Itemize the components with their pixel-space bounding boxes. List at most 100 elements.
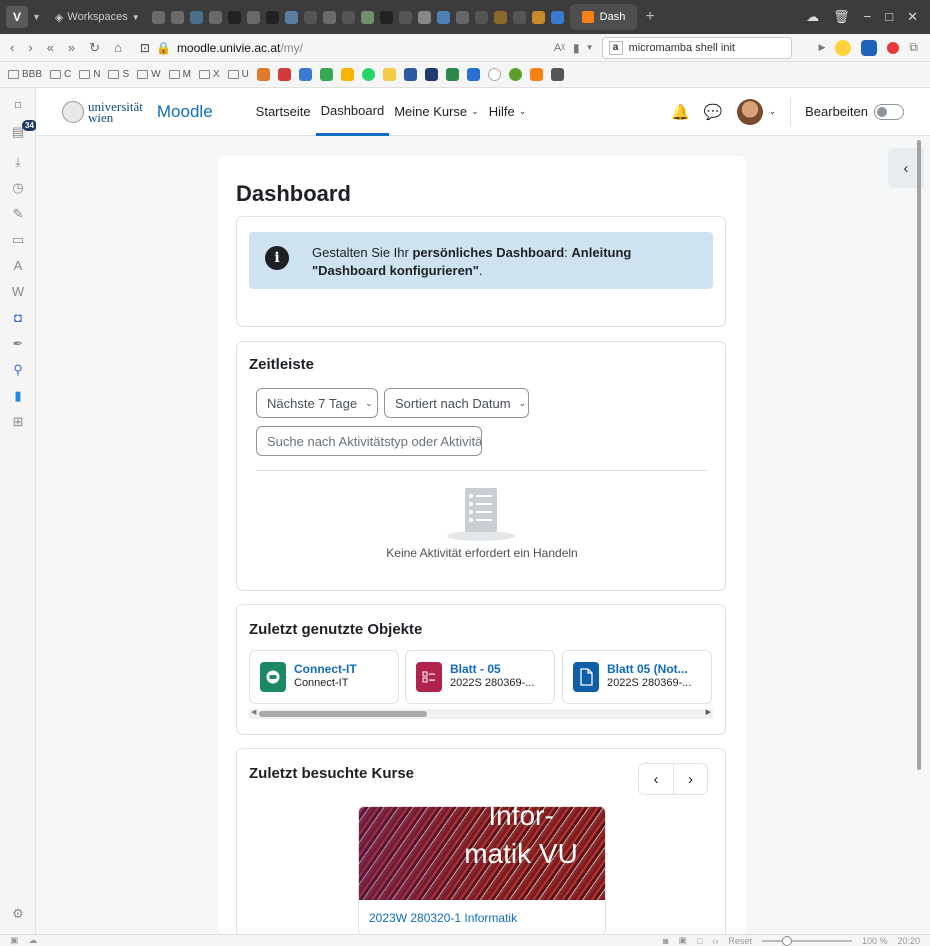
bookmark-folder[interactable]: S bbox=[108, 69, 129, 80]
nav-help[interactable]: Hilfe ⌄ bbox=[484, 88, 532, 136]
home-icon[interactable]: ⌂ bbox=[114, 40, 122, 56]
add-panel-icon[interactable]: ⊞ bbox=[10, 414, 26, 430]
course-name-link[interactable]: 2023W 280320-1 Informatik bbox=[369, 911, 517, 925]
chevron-down-icon[interactable]: ⌄ bbox=[769, 106, 777, 117]
camera-icon[interactable]: ◙ bbox=[663, 936, 668, 946]
minimize-icon[interactable]: − bbox=[864, 9, 872, 25]
bookmark-folder[interactable]: N bbox=[79, 69, 100, 80]
previous-page-button[interactable]: ‹ bbox=[639, 764, 673, 794]
bookmark-icon[interactable] bbox=[361, 68, 375, 81]
scroll-left-icon[interactable]: ◀ bbox=[251, 708, 256, 716]
code-icon[interactable]: ‹› bbox=[712, 936, 718, 946]
bookmark-folder[interactable]: X bbox=[198, 69, 220, 80]
translate-extension-icon[interactable] bbox=[861, 39, 878, 56]
settings-icon[interactable]: ⚙ bbox=[10, 906, 26, 922]
pinned-tab[interactable] bbox=[531, 10, 545, 24]
bookmarks-panel-icon[interactable]: ⌑ bbox=[10, 98, 26, 114]
pinned-tab[interactable] bbox=[246, 10, 260, 24]
translate-icon[interactable]: Aᵡ bbox=[554, 42, 565, 54]
cloud-icon[interactable]: ☁ bbox=[29, 935, 38, 946]
bookmark-icon[interactable] bbox=[466, 68, 480, 81]
trello-icon[interactable]: ▮ bbox=[10, 388, 26, 404]
cloud-icon[interactable]: ☁ bbox=[806, 9, 819, 25]
bookmark-icon[interactable] bbox=[445, 68, 459, 81]
bookmark-folder[interactable]: M bbox=[168, 69, 191, 80]
edit-mode-toggle[interactable] bbox=[874, 103, 904, 120]
chevron-down-icon[interactable]: ▼ bbox=[32, 12, 41, 22]
maximize-icon[interactable]: □ bbox=[885, 9, 893, 25]
active-browser-tab[interactable]: Dash bbox=[569, 4, 638, 30]
bookmark-icon[interactable] bbox=[319, 68, 333, 81]
pinned-tab[interactable] bbox=[455, 10, 469, 24]
bookmark-icon[interactable] bbox=[382, 68, 396, 81]
puzzle-icon[interactable]: ⧉ bbox=[909, 40, 918, 55]
search-icon[interactable]: ⚲ bbox=[10, 362, 26, 378]
workspaces-button[interactable]: ◈ Workspaces ▼ bbox=[47, 11, 148, 24]
zoom-slider[interactable] bbox=[761, 935, 852, 946]
url-field[interactable]: ⊡ 🔒 moodle.univie.ac.at/my/ bbox=[134, 37, 554, 59]
moodle-brand[interactable]: Moodle bbox=[157, 102, 213, 122]
nav-my-courses[interactable]: Meine Kurse ⌄ bbox=[389, 88, 484, 136]
bookmark-icon[interactable] bbox=[508, 68, 522, 81]
bookmark-icon[interactable] bbox=[403, 68, 417, 81]
bookmark-icon[interactable] bbox=[277, 68, 291, 81]
pinned-tab[interactable] bbox=[265, 10, 279, 24]
pinned-tab[interactable] bbox=[303, 10, 317, 24]
bookmark-folder[interactable]: U bbox=[227, 69, 249, 80]
pinned-tab[interactable] bbox=[436, 10, 450, 24]
reload-icon[interactable]: ↻ bbox=[89, 40, 100, 56]
bookmark-icon[interactable] bbox=[487, 68, 501, 81]
zoom-slider-knob[interactable] bbox=[781, 935, 792, 946]
search-field[interactable]: a micromamba shell init bbox=[601, 36, 792, 59]
bookmark-icon[interactable]: ▮ bbox=[573, 41, 580, 55]
rewind-icon[interactable]: « bbox=[47, 40, 54, 56]
pinned-tab[interactable] bbox=[189, 10, 203, 24]
bitwarden-icon[interactable]: ◘ bbox=[10, 310, 26, 326]
bookmark-icon[interactable] bbox=[340, 68, 354, 81]
bookmark-folder[interactable]: C bbox=[50, 69, 71, 80]
pinned-tab[interactable] bbox=[550, 10, 564, 24]
scroll-right-icon[interactable]: ▶ bbox=[706, 708, 711, 716]
pinned-tab[interactable] bbox=[360, 10, 374, 24]
bookmark-icon[interactable] bbox=[424, 68, 438, 81]
timeline-search-input[interactable] bbox=[256, 426, 482, 456]
history-icon[interactable]: ◷ bbox=[10, 180, 26, 196]
downloads-icon[interactable]: ⤓ bbox=[10, 154, 26, 170]
pinned-tab[interactable] bbox=[208, 10, 222, 24]
timeline-sort-dropdown[interactable]: Sortiert nach Datum ⌄ bbox=[384, 388, 529, 418]
pinned-tab[interactable] bbox=[322, 10, 336, 24]
notifications-bell-icon[interactable]: 🔔 bbox=[671, 103, 690, 121]
course-image[interactable]: Infor-matik VU bbox=[359, 807, 605, 900]
close-icon[interactable]: ✕ bbox=[907, 9, 918, 25]
recent-item[interactable]: Blatt 05 (Not... 2022S 280369-... bbox=[562, 650, 712, 704]
user-avatar[interactable] bbox=[736, 98, 763, 125]
vivaldi-menu-button[interactable]: V bbox=[6, 6, 28, 28]
window-icon[interactable]: ▭ bbox=[10, 232, 26, 248]
shield-extension-icon[interactable] bbox=[887, 41, 900, 54]
pinned-tab[interactable] bbox=[398, 10, 412, 24]
new-tab-icon[interactable]: + bbox=[645, 8, 654, 26]
university-logo[interactable]: universität wien bbox=[62, 100, 143, 124]
pinned-tab[interactable] bbox=[151, 10, 165, 24]
pinned-tab[interactable] bbox=[341, 10, 355, 24]
play-icon[interactable]: ▶ bbox=[819, 42, 826, 53]
pinned-tab[interactable] bbox=[512, 10, 526, 24]
pinned-tab[interactable] bbox=[379, 10, 393, 24]
next-page-button[interactable]: › bbox=[672, 764, 707, 794]
bookmark-icon[interactable] bbox=[550, 68, 564, 81]
pinned-tab[interactable] bbox=[493, 10, 507, 24]
image-icon[interactable]: ▣ bbox=[678, 935, 687, 946]
site-info-icon[interactable]: ⊡ bbox=[140, 41, 150, 55]
scrollbar-thumb[interactable] bbox=[259, 711, 427, 717]
zoom-reset-button[interactable]: Reset bbox=[728, 936, 752, 946]
course-card[interactable]: Infor-matik VU 2023W 280320-1 Informatik bbox=[358, 806, 606, 936]
back-icon[interactable]: ‹ bbox=[10, 40, 14, 56]
page-scrollbar[interactable] bbox=[917, 140, 921, 770]
timeline-date-filter[interactable]: Nächste 7 Tage ⌄ bbox=[256, 388, 378, 418]
bookmark-folder[interactable]: W bbox=[137, 69, 161, 80]
nav-home[interactable]: Startseite bbox=[251, 88, 316, 136]
balloon-extension-icon[interactable] bbox=[835, 39, 852, 56]
bookmark-icon[interactable] bbox=[529, 68, 543, 81]
pinned-tab[interactable] bbox=[284, 10, 298, 24]
notes-icon[interactable]: ✎ bbox=[10, 206, 26, 222]
